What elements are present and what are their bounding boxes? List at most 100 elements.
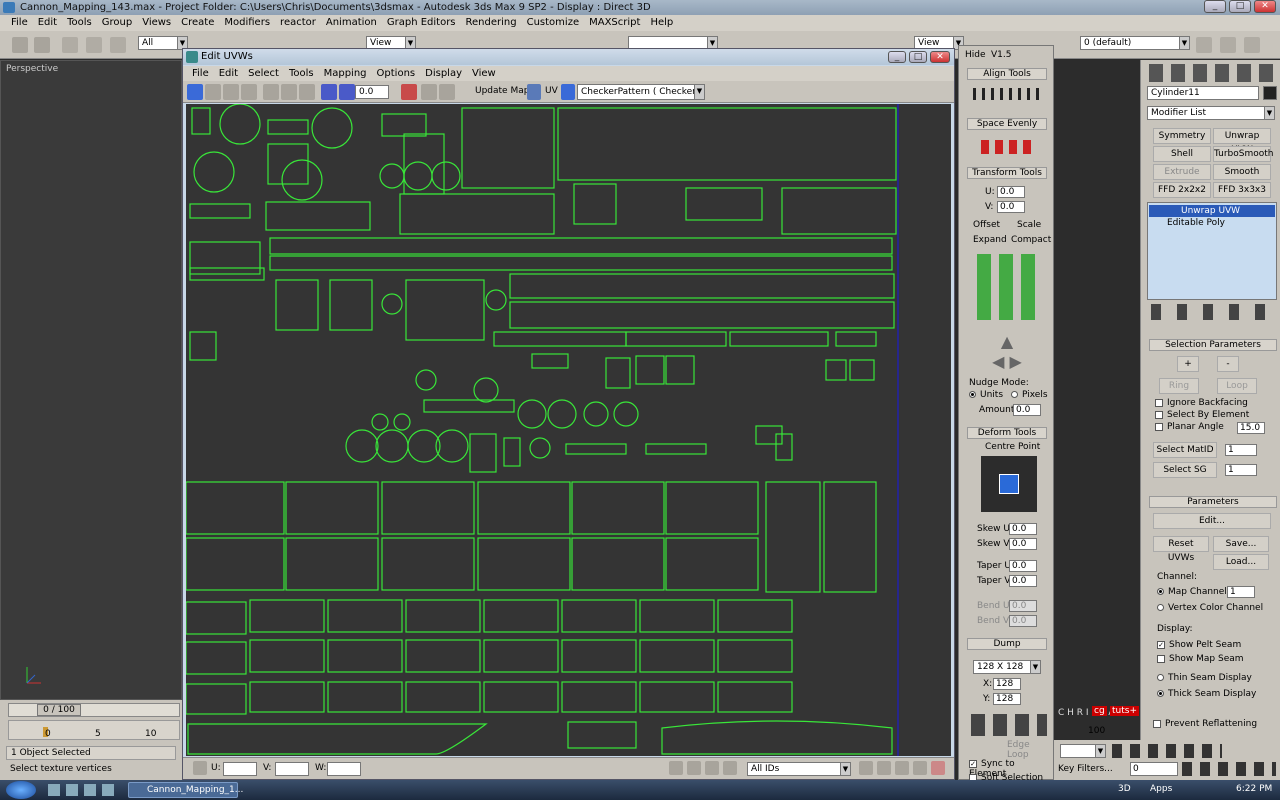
ignore-backfacing-checkbox[interactable]: Ignore Backfacing <box>1155 398 1248 408</box>
layer-dropdown[interactable]: 0 (default) ▼ <box>1080 36 1190 50</box>
contract-selection-icon[interactable] <box>299 84 315 100</box>
menu-file[interactable]: File <box>6 15 33 31</box>
expand-button[interactable]: Expand <box>973 233 1007 247</box>
modifier-stack[interactable]: Unwrap UVW Editable Poly <box>1147 202 1277 300</box>
uv-editor-canvas[interactable] <box>186 104 951 756</box>
sg-field[interactable]: 1 <box>1225 464 1257 476</box>
units-radio[interactable]: Units <box>969 390 1003 400</box>
map-channel-field[interactable]: 1 <box>1227 586 1255 598</box>
scale-icon[interactable] <box>223 84 239 100</box>
show-pelt-seam-checkbox[interactable]: ✓ Show Pelt Seam <box>1157 640 1241 650</box>
redo-icon[interactable] <box>34 37 50 53</box>
space-evenly-header[interactable]: Space Evenly <box>967 118 1047 130</box>
uvw-menu-mapping[interactable]: Mapping <box>319 66 372 81</box>
matid-field[interactable]: 1 <box>1225 444 1257 456</box>
key-filters-button[interactable]: Key Filters... <box>1058 764 1113 774</box>
weld-icon[interactable] <box>339 84 355 100</box>
edit-button[interactable]: Edit... <box>1153 513 1271 529</box>
tray-apps-label[interactable]: Apps <box>1150 784 1172 794</box>
uvw-spinner[interactable]: 0.0 <box>355 85 389 99</box>
ring-button[interactable]: Ring <box>1159 378 1199 394</box>
time-slider-handle[interactable]: 0 / 100 <box>37 704 81 716</box>
zoom-region-icon[interactable] <box>895 761 909 775</box>
loop-button[interactable]: Loop <box>1217 378 1257 394</box>
selection-filter-dropdown[interactable]: All ▼ <box>138 36 188 50</box>
menu-help[interactable]: Help <box>645 15 678 31</box>
uv-toggle[interactable]: UV <box>545 86 558 96</box>
skew-v-field[interactable]: 0.0 <box>1009 538 1037 550</box>
align-tools-header[interactable]: Align Tools <box>967 68 1047 80</box>
zoom-extents-icon[interactable] <box>913 761 927 775</box>
stitch-icon[interactable] <box>439 84 455 100</box>
expand-selection-button[interactable]: + <box>1177 356 1199 372</box>
reset-uvws-button[interactable]: Reset UVWs <box>1153 536 1209 563</box>
align-icons[interactable] <box>973 88 1043 100</box>
uvw-menu-view[interactable]: View <box>467 66 501 81</box>
texture-dropdown[interactable]: CheckerPattern ( Checker ) ▼ <box>577 84 705 100</box>
vertex-color-channel-radio[interactable]: Vertex Color Channel <box>1157 603 1263 613</box>
menu-edit[interactable]: Edit <box>33 15 62 31</box>
menu-reactor[interactable]: reactor <box>275 15 321 31</box>
planar-angle-field[interactable]: 15.0 <box>1237 422 1265 434</box>
menu-create[interactable]: Create <box>176 15 219 31</box>
menu-views[interactable]: Views <box>137 15 176 31</box>
navigation-controls[interactable] <box>1182 762 1276 776</box>
smooth-button[interactable]: Smooth <box>1213 164 1271 180</box>
mirror-icon[interactable] <box>263 84 279 100</box>
uvw-menu-select[interactable]: Select <box>243 66 284 81</box>
dump-icons[interactable] <box>971 714 1047 736</box>
prevent-reflattening-checkbox[interactable]: Prevent Reflattening <box>1153 719 1257 729</box>
uvw-close-button[interactable]: ✕ <box>930 51 950 63</box>
skew-u-field[interactable]: 0.0 <box>1009 523 1037 535</box>
planar-angle-checkbox[interactable]: Planar Angle <box>1155 422 1224 432</box>
unlink-icon[interactable] <box>86 37 102 53</box>
freeze-icon[interactable] <box>705 761 719 775</box>
y-field[interactable]: 128 <box>993 693 1021 705</box>
dump-header[interactable]: Dump <box>967 638 1047 650</box>
unwrap-uvw-button[interactable]: Unwrap UVW <box>1213 128 1271 155</box>
menu-modifiers[interactable]: Modifiers <box>219 15 275 31</box>
turbosmooth-button[interactable]: TurboSmooth <box>1213 146 1273 162</box>
uvw-menu-file[interactable]: File <box>187 66 214 81</box>
menu-animation[interactable]: Animation <box>321 15 382 31</box>
centre-point-grid[interactable] <box>981 456 1037 512</box>
shrink-selection-button[interactable]: - <box>1217 356 1239 372</box>
taper-u-field[interactable]: 0.0 <box>1009 560 1037 572</box>
show-map-seam-checkbox[interactable]: Show Map Seam <box>1157 654 1244 664</box>
parameters-header[interactable]: Parameters <box>1149 496 1277 508</box>
symmetry-button[interactable]: Symmetry <box>1153 128 1211 144</box>
snap-icon[interactable] <box>931 761 945 775</box>
expand-selection-icon[interactable] <box>281 84 297 100</box>
bend-v-field[interactable]: 0.0 <box>1009 615 1037 627</box>
thin-seam-radio[interactable]: Thin Seam Display <box>1157 673 1252 683</box>
edge-loop-button[interactable]: Edge Loop <box>1007 740 1053 760</box>
maximize-button[interactable]: □ <box>1229 0 1251 13</box>
uvw-menu-options[interactable]: Options <box>372 66 421 81</box>
minimize-button[interactable]: _ <box>1204 0 1226 13</box>
menu-tools[interactable]: Tools <box>62 15 97 31</box>
compact-button[interactable]: Compact <box>1011 233 1051 247</box>
key-mode-dropdown[interactable]: ▼ <box>1060 744 1106 758</box>
hide-button[interactable]: Hide <box>965 50 986 60</box>
dump-size-dropdown[interactable]: 128 X 128 ▼ <box>973 660 1041 674</box>
bind-icon[interactable] <box>110 37 126 53</box>
show-map-icon[interactable] <box>527 84 541 100</box>
menu-customize[interactable]: Customize <box>522 15 585 31</box>
stack-tools[interactable] <box>1151 304 1275 320</box>
load-button[interactable]: Load... <box>1213 554 1269 570</box>
command-panel-tabs[interactable] <box>1149 64 1277 82</box>
uvw-menu-edit[interactable]: Edit <box>214 66 243 81</box>
move-icon[interactable] <box>187 84 203 100</box>
update-map-button[interactable]: Update Map <box>475 86 529 96</box>
deform-tools-header[interactable]: Deform Tools <box>967 427 1047 439</box>
select-sg-button[interactable]: Select SG <box>1153 462 1217 478</box>
start-button[interactable] <box>6 781 36 799</box>
shell-button[interactable]: Shell <box>1153 146 1211 162</box>
break-icon[interactable] <box>401 84 417 100</box>
save-button[interactable]: Save... <box>1213 536 1269 552</box>
hide-icon[interactable] <box>687 761 701 775</box>
perspective-viewport[interactable]: Perspective <box>0 60 182 700</box>
object-name-field[interactable]: Cylinder11 <box>1147 86 1259 100</box>
nudge-arrows-icon[interactable]: ▲ ◀ ▶ <box>979 332 1035 372</box>
offset-button[interactable]: Offset <box>973 218 1000 232</box>
